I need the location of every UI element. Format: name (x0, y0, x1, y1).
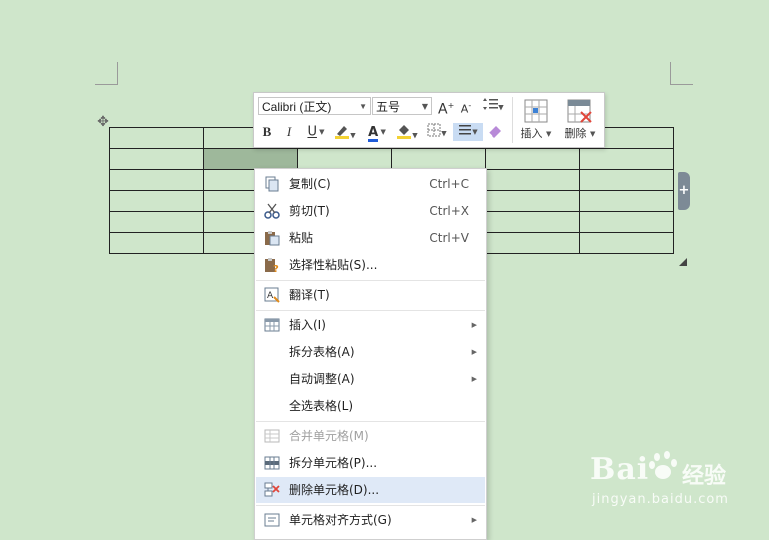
insert-button[interactable]: 插入 ▼ (514, 97, 558, 143)
menu-item-paste[interactable]: 粘贴 Ctrl+V (256, 225, 485, 251)
align-icon (459, 124, 472, 134)
paste-icon (265, 231, 280, 246)
menu-separator (256, 421, 485, 422)
align-button[interactable]: ▼ (453, 123, 483, 141)
italic-button[interactable]: I (282, 123, 296, 141)
font-size-value: 五号 (376, 100, 401, 114)
watermark-brand: Bai (590, 452, 650, 487)
menu-item-copy[interactable]: 复制(C) Ctrl+C (256, 171, 485, 197)
menu-separator (256, 505, 485, 506)
page-corner-mark (670, 62, 693, 85)
underline-button[interactable]: U ▼ (304, 123, 328, 141)
chevron-down-icon: ▼ (359, 102, 367, 111)
paw-icon (649, 451, 677, 479)
font-name-select[interactable]: Calibri (正文) ▼ (258, 97, 371, 115)
submenu-arrow-icon: ▶ (471, 516, 477, 524)
paste-special-icon: ? (265, 258, 279, 273)
watermark-url: jingyan.baidu.com (592, 492, 729, 507)
highlighter-icon (335, 126, 350, 139)
toolbar-separator (512, 97, 513, 143)
shrink-font-button[interactable]: A- (458, 97, 474, 116)
grow-font-button[interactable]: A+ (438, 97, 454, 118)
context-menu: 复制(C) Ctrl+C 剪切(T) Ctrl+X 粘贴 Ctrl+V ? 选择… (254, 168, 487, 540)
translate-icon: A (264, 287, 280, 303)
table-row (109, 148, 674, 170)
format-painter-button[interactable] (486, 123, 504, 141)
menu-item-auto-fit[interactable]: 自动调整(A) ▶ (256, 366, 485, 392)
menu-item-delete-cells[interactable]: 删除单元格(D)... (256, 477, 485, 503)
font-name-value: Calibri (正文) (262, 100, 332, 114)
table-delete-icon (567, 99, 592, 123)
split-cells-icon (264, 456, 280, 470)
table-insert-icon (264, 318, 280, 332)
baidu-watermark: Bai 经验 jingyan.baidu.com (590, 440, 760, 520)
paint-bucket-icon (397, 125, 412, 139)
menu-item-cut[interactable]: 剪切(T) Ctrl+X (256, 198, 485, 224)
floating-format-toolbar: Calibri (正文) ▼ 五号 ▼ A+ A- ▼ B I U ▼ ▼ A … (253, 92, 605, 148)
shading-button[interactable]: ▼ (394, 123, 420, 141)
menu-item-paste-special[interactable]: ? 选择性粘贴(S)... (256, 252, 485, 278)
add-column-button[interactable]: + (678, 172, 690, 210)
menu-item-translate[interactable]: A 翻译(T) (256, 282, 485, 308)
menu-item-split-cells[interactable]: 拆分单元格(P)... (256, 450, 485, 476)
menu-item-merge-cells: 合并单元格(M) (256, 423, 485, 449)
delete-cells-icon (264, 482, 280, 497)
delete-label: 删除 (564, 127, 587, 140)
insert-label: 插入 (520, 127, 543, 140)
watermark-title: 经验 (682, 464, 727, 489)
menu-item-split-table[interactable]: 拆分表格(A) ▶ (256, 339, 485, 365)
submenu-arrow-icon: ▶ (471, 375, 477, 383)
svg-text:A: A (267, 291, 274, 301)
line-spacing-icon (483, 98, 499, 110)
page-corner-mark (95, 62, 118, 85)
table-resize-handle-icon[interactable] (679, 258, 687, 266)
menu-item-select-table[interactable]: 全选表格(L) (256, 393, 485, 419)
line-spacing-button[interactable]: ▼ (478, 97, 508, 115)
menu-separator (256, 280, 485, 281)
font-color-button[interactable]: A ▼ (364, 123, 390, 142)
scissors-icon (264, 203, 280, 219)
delete-button[interactable]: 删除 ▼ (558, 97, 602, 143)
eraser-icon (488, 126, 501, 138)
chevron-down-icon: ▼ (421, 102, 428, 111)
submenu-arrow-icon: ▶ (471, 321, 477, 329)
merge-cells-icon (264, 429, 280, 443)
submenu-arrow-icon: ▶ (471, 348, 477, 356)
copy-icon (265, 176, 279, 192)
table-insert-icon (524, 99, 548, 123)
menu-item-cell-alignment[interactable]: 单元格对齐方式(G) ▶ (256, 507, 485, 533)
menu-separator (256, 310, 485, 311)
border-icon (427, 123, 441, 137)
svg-text:?: ? (273, 264, 279, 273)
bold-button[interactable]: B (260, 123, 274, 141)
text-highlight-button[interactable]: ▼ (332, 123, 358, 141)
borders-button[interactable]: ▼ (424, 123, 450, 141)
font-size-select[interactable]: 五号 ▼ (372, 97, 432, 115)
menu-item-insert[interactable]: 插入(I) ▶ (256, 312, 485, 338)
selected-cell[interactable] (203, 148, 298, 170)
